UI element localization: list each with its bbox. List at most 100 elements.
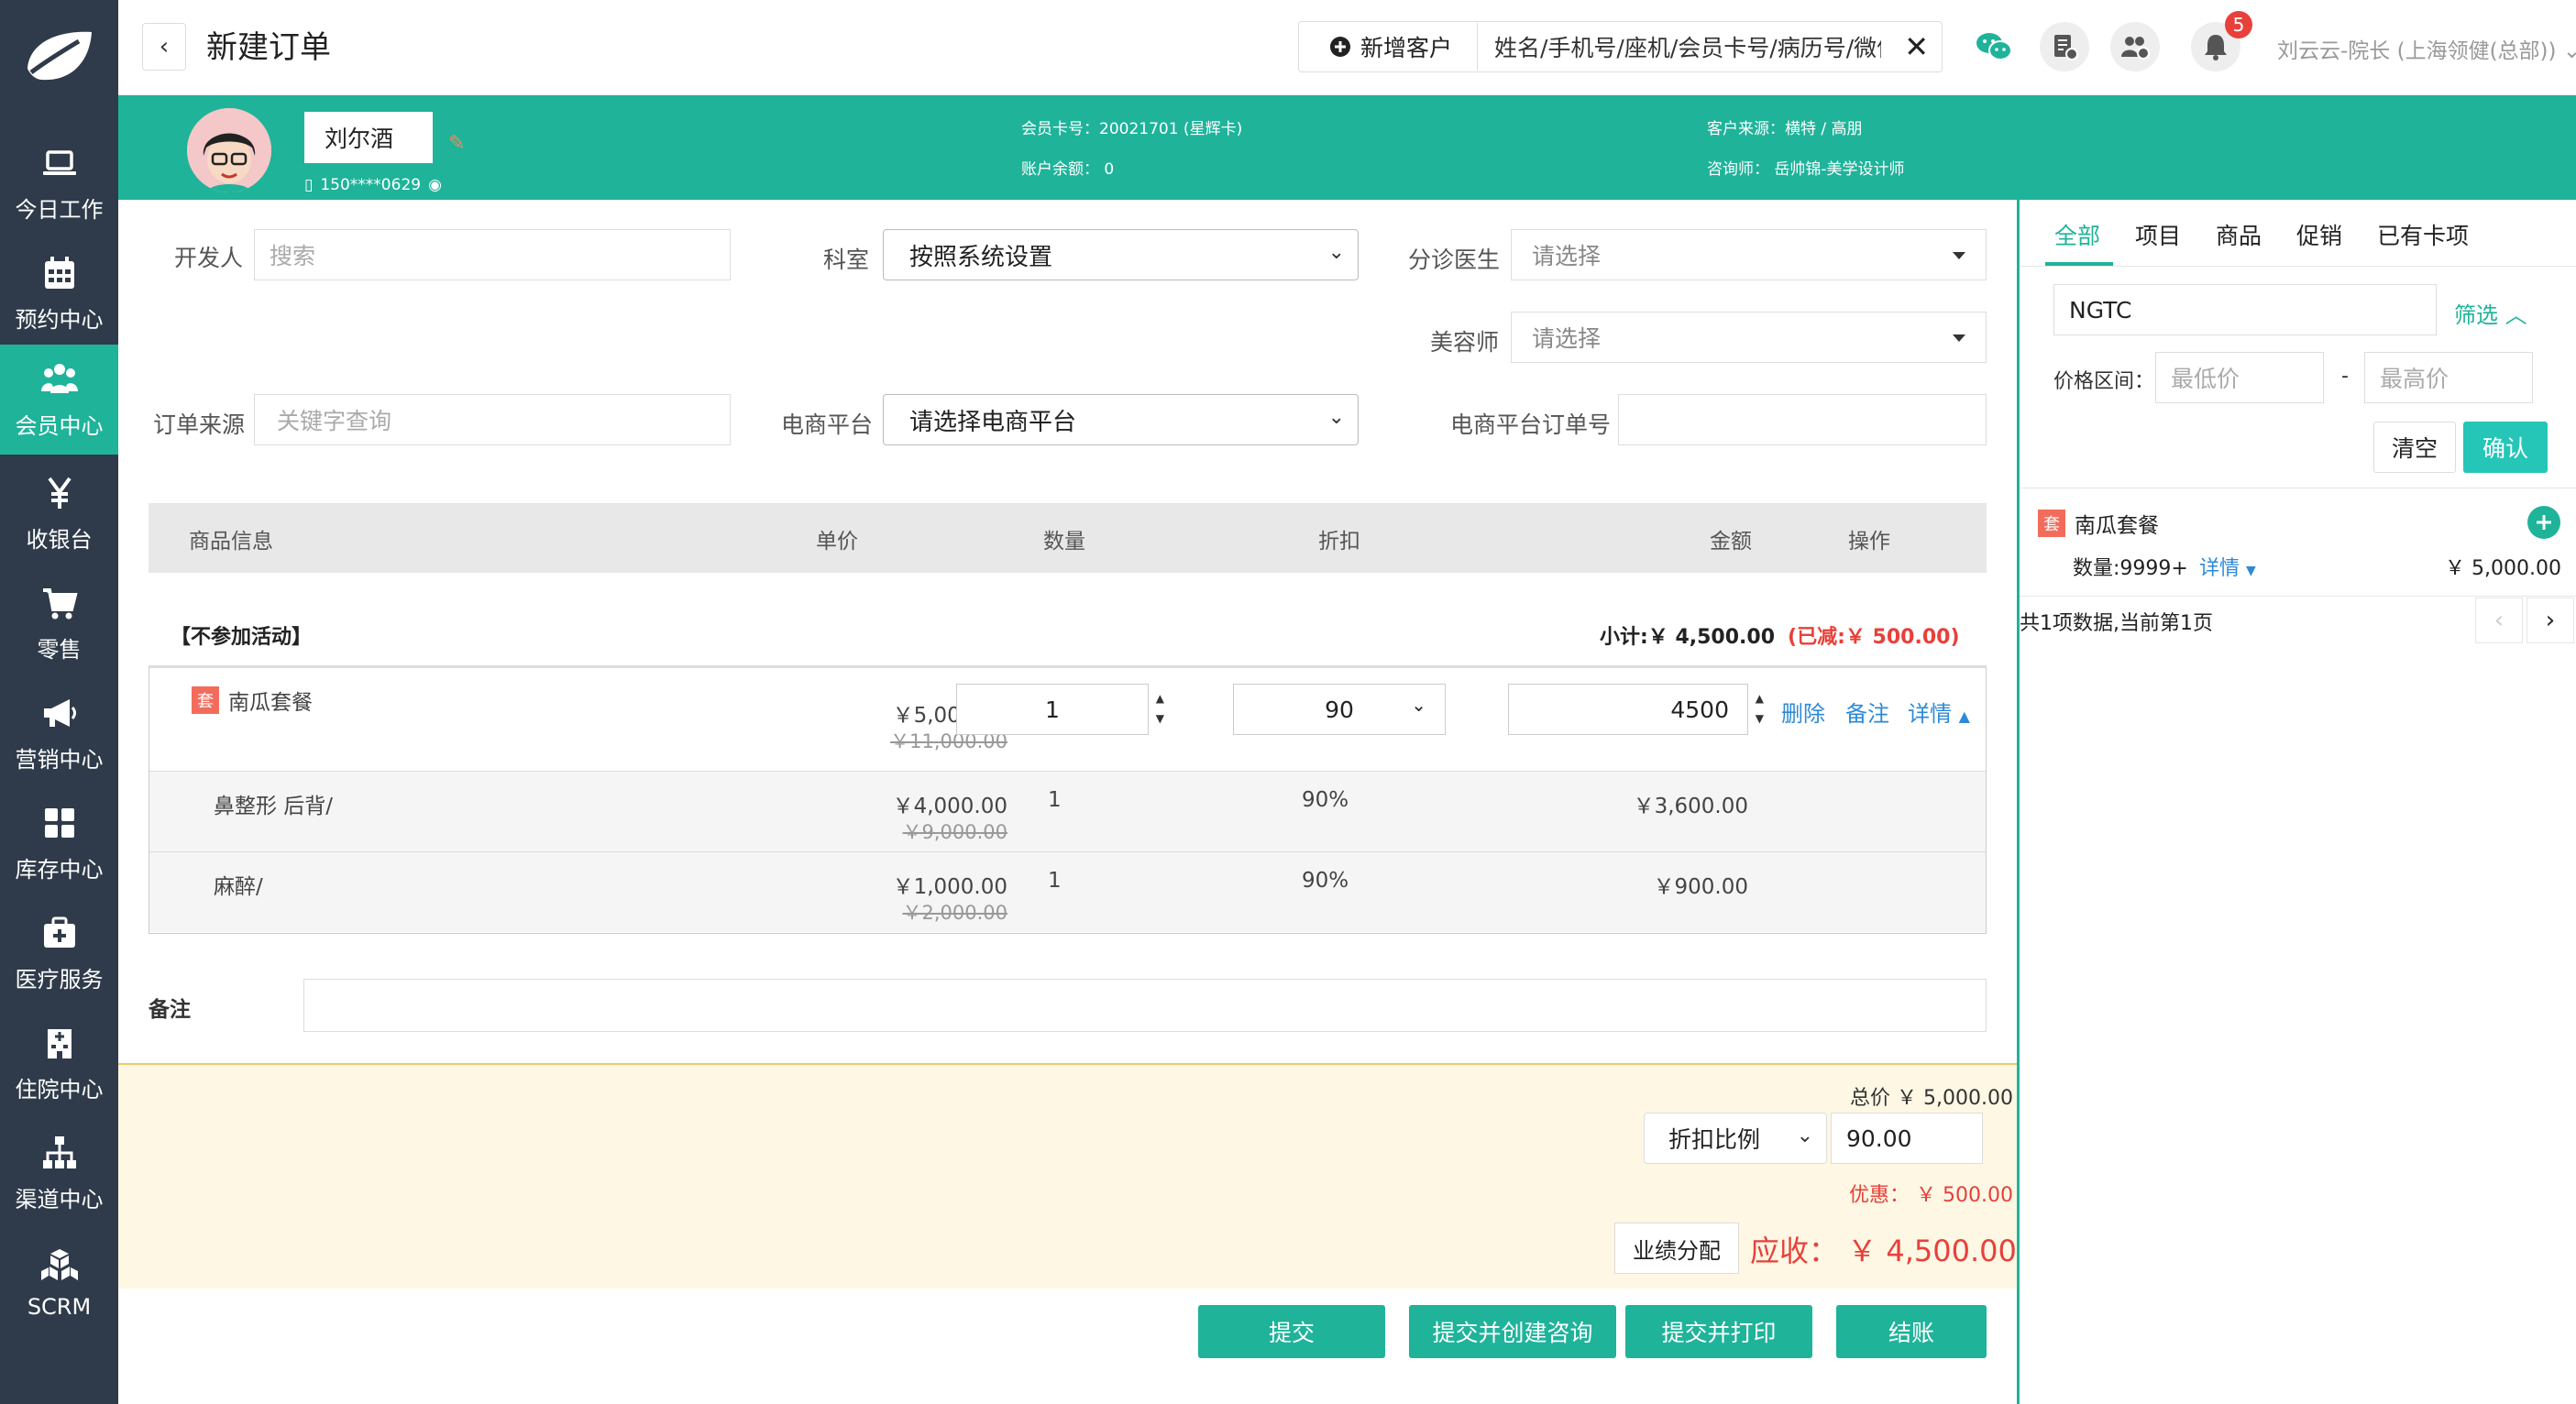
pager-text: 共1项数据,当前第1页 bbox=[2020, 612, 2213, 635]
prev-page-button[interactable]: ‹ bbox=[2475, 598, 2523, 643]
caret-down-icon bbox=[1953, 335, 1965, 342]
discount-ratio-input[interactable]: 90.00 bbox=[1831, 1113, 1983, 1164]
sub-item-discount: 90% bbox=[1302, 788, 1349, 812]
user-name-label: 刘云云-院长 (上海领健(总部)) bbox=[2277, 39, 2557, 63]
nav-item-inventory[interactable]: 库存中心 bbox=[0, 788, 118, 898]
spinner-arrows-icon[interactable]: ▲ ▼ bbox=[1156, 688, 1164, 729]
result-detail-link[interactable]: 详情 ▼ bbox=[2199, 552, 2256, 581]
package-tag: 套 bbox=[192, 686, 219, 714]
eye-icon[interactable]: ◉ bbox=[428, 176, 442, 194]
phone-number: 150****0629 bbox=[320, 176, 422, 194]
beautician-select[interactable]: 请选择 bbox=[1511, 312, 1987, 363]
medical-kit-icon bbox=[43, 916, 75, 948]
submit-print-button[interactable]: 提交并打印 bbox=[1625, 1305, 1812, 1358]
members-icon bbox=[40, 363, 78, 393]
quantity-value: 1 bbox=[1045, 696, 1060, 723]
ecom-platform-value: 请选择电商平台 bbox=[909, 408, 1077, 436]
product-search-input[interactable]: NGTC bbox=[2053, 284, 2437, 335]
triage-doctor-label: 分诊医生 bbox=[1408, 247, 1501, 273]
nav-item-today-work[interactable]: 今日工作 bbox=[0, 128, 118, 238]
discount-type-value: 折扣比例 bbox=[1668, 1126, 1761, 1153]
order-source-label: 订单来源 bbox=[153, 411, 246, 438]
clear-filter-button[interactable]: 清空 bbox=[2373, 422, 2456, 473]
spinner-arrows-icon[interactable]: ▲ ▼ bbox=[1756, 688, 1764, 729]
nav-label: 收银台 bbox=[26, 526, 93, 553]
tab-products[interactable]: 商品 bbox=[2216, 218, 2262, 251]
performance-allocation-button[interactable]: 业绩分配 bbox=[1614, 1223, 1739, 1274]
discount-select[interactable]: 90 ⌄ bbox=[1233, 684, 1446, 735]
remark-link[interactable]: 备注 bbox=[1845, 696, 1889, 728]
filter-toggle[interactable]: 筛选 ︿ bbox=[2454, 297, 2527, 329]
edit-icon[interactable]: ✎ bbox=[448, 132, 465, 155]
submit-button[interactable]: 提交 bbox=[1198, 1305, 1385, 1358]
quantity-stepper[interactable]: 1 ▲ ▼ bbox=[956, 684, 1164, 735]
sub-item-name: 鼻整形 后背/ bbox=[214, 795, 334, 818]
product-picker-panel: 全部 项目 商品 促销 已有卡项 NGTC 筛选 ︿ 价格区间： 最低价 - 最… bbox=[2017, 200, 2576, 1404]
triage-doctor-select[interactable]: 请选择 bbox=[1511, 229, 1987, 280]
clear-search-icon[interactable]: ✕ bbox=[1904, 29, 1929, 64]
nav-item-cashier[interactable]: 收银台 bbox=[0, 458, 118, 568]
nav-item-retail[interactable]: 零售 bbox=[0, 568, 118, 678]
records-icon[interactable] bbox=[2040, 22, 2089, 71]
ecom-order-input[interactable] bbox=[1618, 394, 1987, 445]
sub-item-orig-price: ￥9,000.00 bbox=[902, 821, 1007, 843]
chevron-right-icon: › bbox=[2545, 607, 2556, 634]
leaf-logo-icon[interactable] bbox=[0, 0, 118, 114]
nav-item-scrm[interactable]: SCRM bbox=[0, 1228, 118, 1338]
nav-item-medical[interactable]: 医疗服务 bbox=[0, 898, 118, 1008]
cubes-icon bbox=[40, 1249, 78, 1280]
result-detail-label: 详情 bbox=[2199, 557, 2240, 580]
next-page-button[interactable]: › bbox=[2526, 598, 2574, 643]
add-customer-button[interactable]: 新增客户 bbox=[1298, 21, 1483, 72]
nav-label: 医疗服务 bbox=[15, 966, 104, 993]
customer-search-input[interactable]: ✕ bbox=[1477, 21, 1943, 72]
order-summary: 总价 ￥ 5,000.00 折扣比例 ⌄ 90.00 优惠： ￥ 500.00 业… bbox=[118, 1063, 2017, 1289]
amount-input[interactable]: 4500 ▲ ▼ bbox=[1508, 684, 1764, 735]
saved-amount: (已减:￥ 500.00) bbox=[1788, 626, 1960, 649]
nav-item-channel[interactable]: 渠道中心 bbox=[0, 1118, 118, 1228]
tab-promotions[interactable]: 促销 bbox=[2296, 218, 2342, 251]
add-item-plus-icon[interactable] bbox=[2527, 506, 2560, 539]
checkout-button[interactable]: 结账 bbox=[1836, 1305, 1987, 1358]
max-price-input[interactable]: 最高价 bbox=[2364, 352, 2533, 403]
nav-item-inpatient[interactable]: 住院中心 bbox=[0, 1008, 118, 1118]
delete-link[interactable]: 删除 bbox=[1781, 696, 1825, 728]
ecom-platform-select[interactable]: 请选择电商平台 ⌄ bbox=[883, 394, 1359, 445]
nav-label: 库存中心 bbox=[15, 856, 104, 883]
dept-select[interactable]: 按照系统设置 ⌄ bbox=[883, 229, 1359, 280]
range-dash: - bbox=[2341, 365, 2349, 388]
order-source-input[interactable]: 关键字查询 bbox=[254, 394, 731, 445]
nav-item-members[interactable]: 会员中心 bbox=[0, 345, 118, 455]
chevron-down-icon: ⌄ bbox=[1796, 1124, 1813, 1147]
remark-input[interactable] bbox=[303, 979, 1987, 1032]
developer-input[interactable]: 搜索 bbox=[254, 229, 731, 280]
submit-create-consult-button[interactable]: 提交并创建咨询 bbox=[1409, 1305, 1616, 1358]
page-title: 新建订单 bbox=[206, 29, 331, 66]
discount-type-select[interactable]: 折扣比例 ⌄ bbox=[1644, 1113, 1827, 1164]
discount-value: 90 bbox=[1325, 696, 1354, 723]
wechat-icon[interactable] bbox=[1969, 22, 2019, 71]
tab-items[interactable]: 项目 bbox=[2135, 218, 2181, 251]
min-price-input[interactable]: 最低价 bbox=[2155, 352, 2324, 403]
tab-all[interactable]: 全部 bbox=[2054, 218, 2100, 251]
product-cell: 套 南瓜套餐 bbox=[192, 685, 313, 716]
tab-existing-cards[interactable]: 已有卡项 bbox=[2377, 218, 2469, 251]
list-item[interactable]: 套 南瓜套餐 bbox=[2038, 508, 2159, 539]
nav-item-marketing[interactable]: 营销中心 bbox=[0, 678, 118, 788]
confirm-filter-button[interactable]: 确认 bbox=[2463, 422, 2548, 473]
nav-label: 今日工作 bbox=[15, 196, 104, 223]
customer-search-field[interactable] bbox=[1478, 22, 1881, 71]
sub-item-orig-price: ￥2,000.00 bbox=[902, 902, 1007, 924]
result-quantity: 数量:9999+ bbox=[2073, 557, 2188, 580]
offer-amount: 优惠： ￥ 500.00 bbox=[1849, 1184, 2013, 1207]
detail-link[interactable]: 详情 ▲ bbox=[1908, 696, 1970, 728]
chevron-down-icon: ⌄ bbox=[1411, 694, 1426, 716]
group-subtotal: 小计:￥ 4,500.00 (已减:￥ 500.00) bbox=[1600, 620, 1960, 650]
back-button[interactable]: ‹ bbox=[142, 23, 186, 71]
tab-divider bbox=[2020, 266, 2576, 267]
beautician-value: 请选择 bbox=[1532, 325, 1602, 352]
nav-label: 零售 bbox=[37, 636, 82, 663]
user-menu[interactable]: 刘云云-院长 (上海领健(总部)) ⌄ bbox=[2277, 33, 2576, 64]
nav-item-appointments[interactable]: 预约中心 bbox=[0, 238, 118, 348]
team-settings-icon[interactable] bbox=[2110, 22, 2160, 71]
